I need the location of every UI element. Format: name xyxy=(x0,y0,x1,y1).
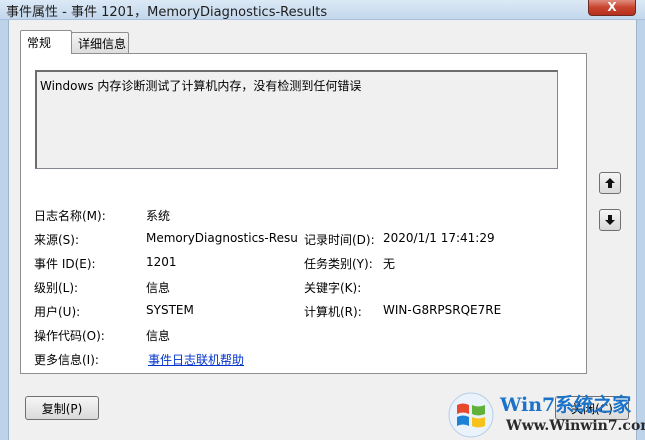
event-id-value: 1201 xyxy=(146,255,177,269)
copy-button[interactable]: 复制(P) xyxy=(25,396,99,420)
tab-general-label: 常规 xyxy=(27,36,52,50)
more-info-label: 更多信息(I): xyxy=(34,353,99,367)
source-value: MemoryDiagnostics-Resu xyxy=(146,231,298,245)
window-title: 事件属性 - 事件 1201，MemoryDiagnostics-Results xyxy=(6,5,328,20)
next-event-button[interactable] xyxy=(599,209,621,231)
watermark-line1: Win7系统之家 xyxy=(500,394,632,416)
level-label: 级别(L): xyxy=(34,281,79,295)
opcode-label: 操作代码(O): xyxy=(34,329,105,343)
task-category-value: 无 xyxy=(383,257,396,271)
general-tab-panel: Windows 内存诊断测试了计算机内存，没有检测到任何错误 日志名称(M): … xyxy=(20,53,587,374)
source-label: 来源(S): xyxy=(34,233,80,247)
logged-value: 2020/1/1 17:41:29 xyxy=(383,231,495,245)
window-close-button[interactable]: X xyxy=(588,0,636,16)
computer-label: 计算机(R): xyxy=(304,305,362,319)
tab-details[interactable]: 详细信息 xyxy=(71,32,129,54)
arrow-down-icon xyxy=(605,215,615,225)
title-bar: 事件属性 - 事件 1201，MemoryDiagnostics-Results… xyxy=(0,0,645,20)
previous-event-button[interactable] xyxy=(599,172,621,194)
event-id-label: 事件 ID(E): xyxy=(34,257,96,271)
log-name-value: 系统 xyxy=(146,209,171,223)
tab-details-label: 详细信息 xyxy=(78,37,127,51)
dialog-client-area: 常规 详细信息 Windows 内存诊断测试了计算机内存，没有检测到任何错误 日… xyxy=(8,20,637,440)
keywords-label: 关键字(K): xyxy=(304,281,362,295)
user-label: 用户(U): xyxy=(34,305,81,319)
arrow-up-icon xyxy=(605,178,615,188)
user-value: SYSTEM xyxy=(146,303,194,317)
event-description-box[interactable]: Windows 内存诊断测试了计算机内存，没有检测到任何错误 xyxy=(35,70,558,169)
tab-general[interactable]: 常规 xyxy=(20,30,72,54)
task-category-label: 任务类别(Y): xyxy=(304,257,373,271)
watermark: Win7系统之家 Www.Winwin7.com xyxy=(448,388,645,440)
logged-label: 记录时间(D): xyxy=(304,233,375,247)
computer-value: WIN-G8RPSRQE7RE xyxy=(383,303,502,317)
level-value: 信息 xyxy=(146,281,171,295)
close-icon: X xyxy=(607,0,617,14)
log-name-label: 日志名称(M): xyxy=(34,209,106,223)
event-description-text: Windows 内存诊断测试了计算机内存，没有检测到任何错误 xyxy=(40,79,362,93)
opcode-value: 信息 xyxy=(146,329,171,343)
windows-logo-icon xyxy=(448,392,494,438)
watermark-line2: Www.Winwin7.com xyxy=(506,418,645,434)
more-info-link[interactable]: 事件日志联机帮助 xyxy=(148,351,244,368)
